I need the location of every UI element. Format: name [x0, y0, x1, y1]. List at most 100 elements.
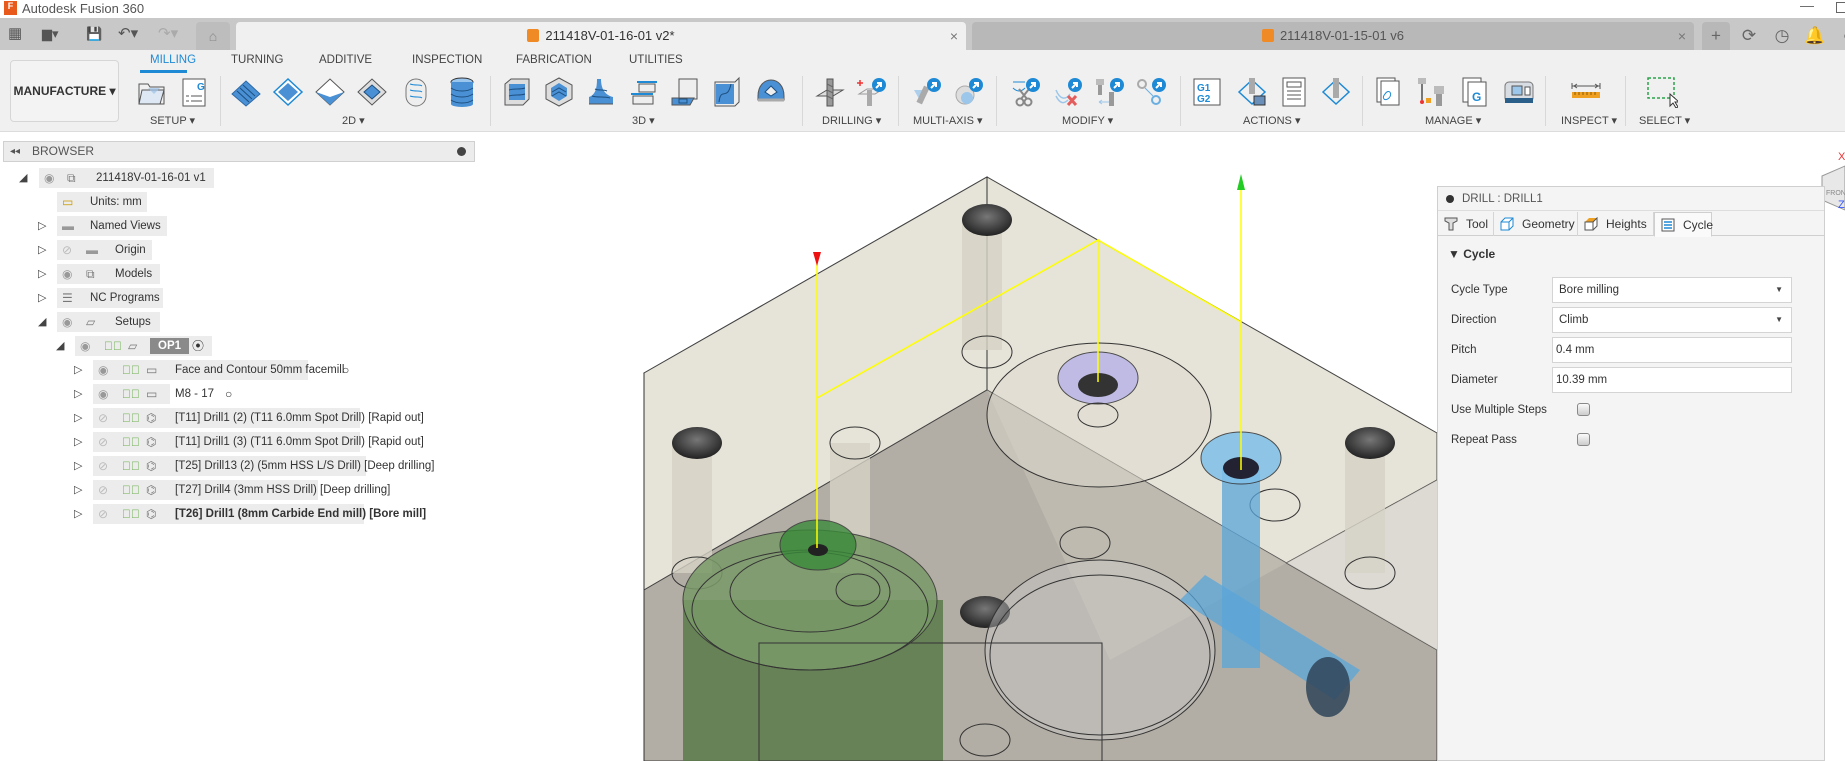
- group-actions[interactable]: ACTIONS ▾: [1243, 114, 1300, 127]
- document-tab-active[interactable]: 211418V-01-16-01 v2* ×: [236, 22, 966, 50]
- post-library-icon[interactable]: G: [1460, 76, 1492, 108]
- pitch-input[interactable]: 0.4 mm: [1552, 337, 1792, 363]
- swarf-icon[interactable]: [911, 76, 943, 108]
- collapse-browser-icon[interactable]: ◂◂: [10, 142, 20, 161]
- tab-tool[interactable]: Tool: [1438, 212, 1494, 236]
- help-icon[interactable]: ◐: [1834, 22, 1845, 50]
- eye-hidden-icon[interactable]: ⊘: [98, 408, 108, 428]
- collapse-triangle-icon[interactable]: ◢: [56, 336, 64, 356]
- expand-triangle-icon[interactable]: ▷: [74, 432, 82, 452]
- window-select-icon[interactable]: [1646, 76, 1678, 108]
- minimize-button[interactable]: —: [1800, 0, 1814, 13]
- redo-button[interactable]: ↷▾: [158, 24, 178, 44]
- group-drilling[interactable]: DRILLING ▾: [822, 114, 881, 127]
- expand-triangle-icon[interactable]: ▷: [74, 456, 82, 476]
- maximize-button[interactable]: [1836, 2, 1845, 13]
- tab-utilities[interactable]: UTILITIES: [629, 54, 683, 66]
- undo-button[interactable]: ↶▾: [118, 24, 138, 44]
- extensions-icon[interactable]: ⟳: [1735, 22, 1763, 50]
- steep-shallow-icon[interactable]: [585, 76, 617, 108]
- home-button[interactable]: ⌂: [196, 22, 230, 50]
- tab-additive[interactable]: ADDITIVE: [319, 54, 372, 66]
- expand-triangle-icon[interactable]: ▷: [38, 216, 46, 236]
- bore-icon[interactable]: [446, 76, 478, 108]
- eye-hidden-icon[interactable]: ⊘: [98, 480, 108, 500]
- expand-triangle-icon[interactable]: ▷: [74, 384, 82, 404]
- group-2d[interactable]: 2D ▾: [342, 114, 365, 127]
- tab-heights[interactable]: Heights: [1578, 212, 1654, 236]
- trim-icon[interactable]: [1010, 76, 1042, 108]
- diameter-input[interactable]: 10.39 mm: [1552, 367, 1792, 393]
- nc-program-icon[interactable]: G: [178, 76, 210, 108]
- eye-hidden-icon[interactable]: ⊘: [98, 504, 108, 524]
- spiral-icon[interactable]: [755, 76, 787, 108]
- 2d-adaptive-icon[interactable]: [230, 76, 262, 108]
- workspace-switcher[interactable]: MANUFACTURE ▾: [10, 60, 119, 122]
- thread-icon[interactable]: [400, 76, 432, 108]
- cycle-type-select[interactable]: Bore milling ▼: [1552, 277, 1792, 303]
- browser-minimize-icon[interactable]: [457, 147, 466, 156]
- setup-sheet-icon[interactable]: [1278, 76, 1310, 108]
- post-process-icon[interactable]: [1320, 76, 1352, 108]
- repeat-pass-checkbox[interactable]: [1577, 433, 1590, 446]
- measure-icon[interactable]: [1570, 76, 1602, 108]
- expand-triangle-icon[interactable]: ▷: [38, 264, 46, 284]
- eye-hidden-icon[interactable]: ⊘: [98, 432, 108, 452]
- pocket-clearing-icon[interactable]: [543, 76, 575, 108]
- eye-icon[interactable]: ◉: [98, 360, 108, 380]
- expand-triangle-icon[interactable]: ▷: [38, 288, 46, 308]
- 2d-contour-icon[interactable]: [356, 76, 388, 108]
- collapse-dialog-icon[interactable]: [1446, 195, 1454, 203]
- group-manage[interactable]: MANAGE ▾: [1425, 114, 1481, 127]
- group-inspect[interactable]: INSPECT ▾: [1561, 114, 1617, 127]
- scallop-icon[interactable]: [711, 76, 743, 108]
- eye-hidden-icon[interactable]: ⊘: [62, 240, 72, 260]
- view-cube-face-label[interactable]: FRONT: [1826, 190, 1845, 197]
- close-tab-icon[interactable]: ×: [950, 22, 958, 50]
- data-panel-grid-icon[interactable]: ▦: [8, 24, 22, 44]
- group-setup[interactable]: SETUP ▾: [150, 114, 195, 127]
- tool-library-icon[interactable]: [1416, 76, 1448, 108]
- move-pattern-icon[interactable]: [1136, 76, 1168, 108]
- eye-icon[interactable]: ◉: [80, 336, 90, 356]
- eye-icon[interactable]: ◉: [98, 384, 108, 404]
- new-setup-icon[interactable]: [136, 76, 168, 108]
- group-select[interactable]: SELECT ▾: [1639, 114, 1690, 127]
- collapse-triangle-icon[interactable]: ◢: [38, 312, 46, 332]
- edit-tool-icon[interactable]: [1094, 76, 1126, 108]
- flow-icon[interactable]: [953, 76, 985, 108]
- eye-icon[interactable]: ◉: [62, 264, 72, 284]
- tab-milling[interactable]: MILLING: [150, 54, 196, 66]
- simulate-machine-icon[interactable]: [1236, 76, 1268, 108]
- expand-triangle-icon[interactable]: ▷: [74, 504, 82, 524]
- new-tab-button[interactable]: +: [1702, 22, 1730, 50]
- group-multi-axis[interactable]: MULTI-AXIS ▾: [913, 114, 983, 127]
- document-tab-inactive[interactable]: 211418V-01-15-01 v6 ×: [972, 22, 1694, 50]
- save-icon[interactable]: 💾: [86, 24, 102, 44]
- template-library-icon[interactable]: [1374, 76, 1406, 108]
- notifications-icon[interactable]: 🔔: [1801, 22, 1829, 50]
- expand-triangle-icon[interactable]: ▷: [74, 480, 82, 500]
- activate-radio-icon[interactable]: ○: [342, 360, 349, 380]
- view-cube[interactable]: FRONT Z X: [1821, 151, 1845, 211]
- expand-triangle-icon[interactable]: ▷: [74, 408, 82, 428]
- tab-inspection[interactable]: INSPECTION: [412, 54, 482, 66]
- tab-fabrication[interactable]: FABRICATION: [516, 54, 592, 66]
- collapse-triangle-icon[interactable]: ◢: [19, 168, 27, 188]
- delete-passes-icon[interactable]: [1052, 76, 1084, 108]
- tab-cycle[interactable]: Cycle: [1654, 212, 1713, 237]
- drill-icon[interactable]: [814, 76, 846, 108]
- eye-hidden-icon[interactable]: ⊘: [98, 456, 108, 476]
- 3d-adaptive-icon[interactable]: [501, 76, 533, 108]
- 2d-pocket-icon[interactable]: [272, 76, 304, 108]
- simulate-icon[interactable]: G1G2: [1191, 76, 1223, 108]
- face-icon[interactable]: [314, 76, 346, 108]
- direction-select[interactable]: Climb ▼: [1552, 307, 1792, 333]
- cycle-section-header[interactable]: ▼ Cycle: [1448, 247, 1495, 261]
- machine-library-icon[interactable]: [1503, 76, 1535, 108]
- eye-icon[interactable]: ◉: [44, 168, 54, 188]
- expand-triangle-icon[interactable]: ▷: [74, 360, 82, 380]
- flat-icon[interactable]: [669, 76, 701, 108]
- tab-geometry[interactable]: Geometry: [1494, 212, 1578, 236]
- horizontal-icon[interactable]: [627, 76, 659, 108]
